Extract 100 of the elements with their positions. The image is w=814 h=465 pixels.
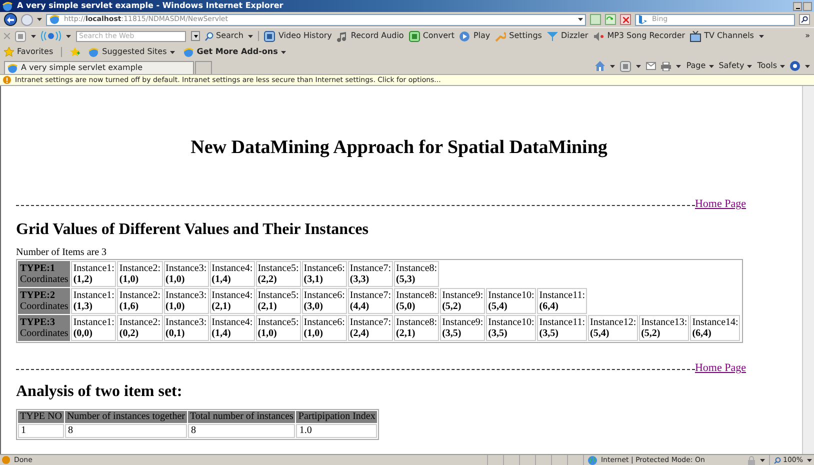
toolbar-item[interactable]: MP3 Song Recorder [593,30,686,42]
printer-icon[interactable] [661,62,672,70]
browser-logo-icon [7,62,18,74]
magnifier-icon [774,456,781,464]
toolbar-item[interactable]: TV Channels [690,30,754,42]
dropdown-arrow-icon[interactable] [578,18,583,21]
instance-cell: Instance1: (0,0) [71,315,116,341]
column-header: Total number of instances [188,411,296,423]
type-cell: TYPE:3 Coordinates [18,315,70,341]
search-dropdown-button[interactable] [191,31,200,41]
search-icon [205,32,214,40]
favorites-button[interactable]: Favorites [4,46,54,58]
warning-shield-icon [3,76,11,84]
favorites-link[interactable]: Get More Add-ons [182,46,286,58]
browser-tab[interactable]: A very simple servlet example [4,61,194,74]
toolbar-item[interactable]: Convert [408,30,454,42]
instance-cell: Instance6: (3,1) [302,261,347,287]
dropdown-arrow-icon[interactable] [248,34,254,38]
radio-signal-icon[interactable] [41,31,61,41]
dropdown-arrow-icon[interactable] [780,64,785,68]
instance-cell: Instance7: (3,3) [348,261,393,287]
instance-cell: Instance11: (3,5) [537,315,587,341]
column-header: TYPE NO [18,411,64,423]
dropdown-arrow-icon[interactable] [807,458,812,462]
back-arrow-icon [7,16,14,22]
toolbar-item[interactable]: Record Audio [336,30,404,42]
section-heading: Analysis of two item set: [16,384,184,400]
dropdown-arrow-icon[interactable] [708,64,714,68]
dropdown-arrow-icon[interactable] [805,64,810,68]
instance-cell: Instance7: (2,4) [348,315,393,341]
instance-cell: Instance5: (2,2) [256,261,301,287]
command-menu[interactable]: Page [686,60,714,72]
toolbar-item[interactable]: Video History [264,30,332,42]
toolbar-item[interactable]: Play [459,30,490,42]
dropdown-arrow-icon[interactable] [66,34,71,38]
instance-cell: Instance3: (1,0) [164,261,209,287]
tv-icon [690,30,702,42]
bing-logo-icon [638,15,648,24]
instance-cell: Instance9: (3,5) [440,315,486,341]
dropdown-arrow-icon[interactable] [31,34,36,38]
instance-cell: Instance4: (2,1) [210,288,255,314]
dropdown-arrow-icon[interactable] [636,64,642,68]
instance-cell: Instance9: (5,2) [440,288,486,314]
page-status-icon [2,456,10,464]
wrench-icon [495,30,506,42]
dropdown-arrow-icon[interactable] [760,458,765,462]
home-page-link[interactable]: Home Page [694,363,746,374]
dropdown-arrow-icon[interactable] [37,18,42,21]
browser-logo-icon [182,46,194,58]
globe-icon [588,456,597,464]
refresh-icon [606,16,613,23]
instance-cell: Instance4: (1,4) [210,315,255,341]
more-chevron[interactable]: » [805,30,810,42]
instance-cell: Instance8: (5,3) [394,261,440,287]
minimize-button[interactable] [793,2,802,10]
column-header: Number of instances together [64,411,187,423]
close-icon [622,16,628,22]
items-count: Number of Items are 3 [16,248,108,258]
favorites-link[interactable]: Suggested Sites [88,46,175,58]
dropdown-arrow-icon[interactable] [676,64,682,68]
instance-cell: Instance5: (2,1) [256,288,301,314]
instance-cell: Instance13: (5,2) [639,315,690,341]
table-cell: 8 [188,424,296,438]
table-cell: 1.0 [296,424,378,438]
search-button[interactable] [799,14,810,25]
instance-cell: Instance1: (1,2) [71,261,116,287]
toolbar-item[interactable]: Dizzler [546,30,588,42]
instance-cell: Instance3: (0,1) [164,315,209,341]
funnel-icon [546,30,558,42]
dropdown-arrow-icon[interactable] [747,64,752,68]
search-icon [801,16,808,23]
window-title: A very simple servlet example - Windows Internet Explorer [17,2,284,10]
home-page-link[interactable]: Home Page [694,199,746,210]
back-button[interactable] [4,13,17,26]
instance-cell: Instance3: (1,0) [164,288,209,314]
page-title: New DataMining Approach for Spatial DataMining [190,138,608,157]
command-menu[interactable]: Safety [718,60,752,72]
stop-button[interactable] [620,14,631,25]
type-cell: TYPE:2 Coordinates [18,288,70,314]
scrollbar[interactable] [802,86,814,454]
column-header: Partipipation Index [296,411,378,423]
home-icon[interactable] [595,61,606,71]
instance-cell: Instance6: (1,0) [302,315,347,341]
toolbar-search-button[interactable]: Search [205,30,244,42]
instance-cell: Instance1: (1,3) [71,288,116,314]
instance-cell: Instance7: (4,4) [348,288,393,314]
dropdown-arrow-icon[interactable] [610,64,616,68]
music-note-icon [336,30,348,42]
dropdown-arrow-icon[interactable] [170,50,175,54]
instance-cell: Instance5: (1,0) [256,315,301,341]
instance-cell: Instance2: (0,2) [117,315,163,341]
toolbar-item[interactable]: Settings [495,30,542,42]
instance-cell: Instance11: (6,4) [537,288,587,314]
dropdown-arrow-icon[interactable] [758,34,764,38]
type-cell: TYPE:1 Coordinates [18,261,70,287]
instance-cell: Instance2: (1,6) [117,288,163,314]
dropdown-arrow-icon[interactable] [280,50,286,54]
mail-icon[interactable] [646,62,656,70]
command-menu[interactable]: Tools [757,60,785,72]
browser-logo-icon [49,14,60,25]
